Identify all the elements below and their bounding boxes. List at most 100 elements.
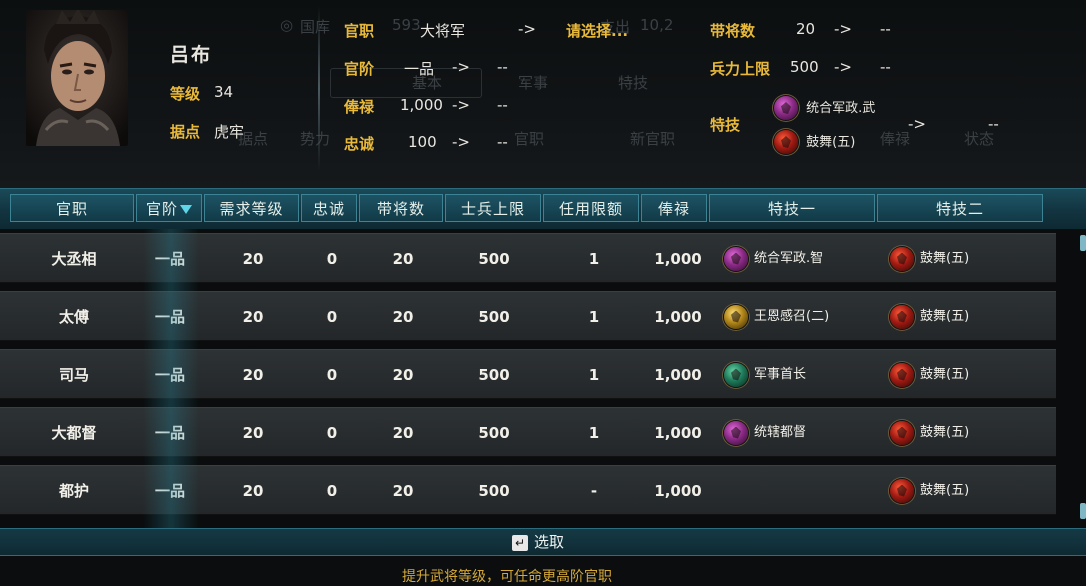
post-current: 大将军	[420, 22, 466, 40]
generals-label: 带将数	[710, 22, 756, 40]
row-post: 都护	[58, 482, 89, 500]
treasury-icon: ◎	[280, 16, 294, 34]
current-skill-1: 统合军政.武	[774, 96, 875, 120]
general-portrait	[26, 10, 128, 146]
select-button-label: 选取	[534, 533, 565, 551]
row-troops: 500	[478, 424, 510, 442]
header-generals[interactable]: 带将数	[359, 194, 443, 222]
expense-value: 10,2	[640, 16, 674, 34]
row-generals: 20	[392, 482, 414, 500]
row-quota: 1	[588, 366, 600, 384]
troops-label: 兵力上限	[710, 60, 771, 78]
row-skill-1-label: 统合军政.智	[754, 251, 824, 266]
purple-skill-icon	[774, 96, 798, 120]
header-skill-2[interactable]: 特技二	[877, 194, 1043, 222]
row-grade: 一品	[154, 482, 185, 500]
table-scrollbar[interactable]	[1080, 229, 1086, 529]
table-row[interactable]: 大都督 一品 20 0 20 500 1 1,000 统辖都督 鼓舞(五)	[0, 407, 1056, 457]
row-generals: 20	[392, 366, 414, 384]
table-row[interactable]: 司马 一品 20 0 20 500 1 1,000 军事首长 鼓舞(五)	[0, 349, 1056, 399]
scrollbar-bottom-thumb[interactable]	[1080, 503, 1086, 519]
row-skill-2-label: 鼓舞(五)	[920, 309, 970, 324]
header-post[interactable]: 官职	[10, 194, 134, 222]
ghost-col-rank: 官职	[514, 130, 545, 148]
loyalty-label: 忠诚	[344, 135, 375, 153]
header-skill-1[interactable]: 特技一	[709, 194, 875, 222]
header-salary[interactable]: 俸禄	[641, 194, 707, 222]
header-quota[interactable]: 任用限额	[543, 194, 639, 222]
row-skill-2: 鼓舞(五)	[890, 408, 1040, 458]
red-drum-icon	[890, 478, 914, 503]
row-grade: 一品	[154, 308, 185, 326]
scrollbar-top-thumb[interactable]	[1080, 235, 1086, 251]
current-skill-1-label: 统合军政.武	[806, 100, 876, 116]
row-quota: 1	[588, 424, 600, 442]
footer-hint: 提升武将等级，可任命更高阶官职	[402, 569, 612, 585]
row-skill-2-label: 鼓舞(五)	[920, 483, 970, 498]
row-skill-2: 鼓舞(五)	[890, 292, 1040, 342]
row-post: 大都督	[51, 424, 97, 442]
treasury-value: 593	[392, 16, 421, 34]
general-info-panel: ◎ 国库 593 支出 10,2 基本 军事 特技 据点 势力 官职 新官职 俸…	[0, 0, 1086, 188]
grade-arrow: ->	[452, 58, 470, 76]
header-grade-sorted[interactable]: 官阶	[136, 194, 202, 222]
row-salary: 1,000	[654, 482, 702, 500]
skill-arrow: ->	[908, 115, 926, 133]
red-drum-icon	[774, 130, 798, 154]
row-salary: 1,000	[654, 424, 702, 442]
loyalty-current: 100	[408, 133, 437, 151]
generals-new: --	[880, 20, 891, 38]
post-table-body: 大丞相 一品 20 0 20 500 1 1,000 统合军政.智 鼓舞(五) …	[0, 229, 1086, 529]
row-skill-1-label: 军事首长	[754, 367, 807, 382]
row-troops: 500	[478, 366, 510, 384]
row-grade: 一品	[154, 424, 185, 442]
action-bar: ↵ 选取	[0, 528, 1086, 556]
row-skill-2-label: 鼓舞(五)	[920, 425, 970, 440]
sort-descending-icon	[180, 205, 192, 214]
row-post: 太傅	[58, 308, 89, 326]
salary-new: --	[497, 96, 508, 114]
row-req-level: 20	[242, 250, 264, 268]
ghost-tab-military-label: 军事	[518, 74, 549, 92]
level-value: 34	[214, 83, 234, 101]
table-row[interactable]: 大丞相 一品 20 0 20 500 1 1,000 统合军政.智 鼓舞(五)	[0, 233, 1056, 283]
row-salary: 1,000	[654, 250, 702, 268]
header-loyalty[interactable]: 忠诚	[301, 194, 357, 222]
row-post: 大丞相	[51, 250, 97, 268]
ghost-col-salary: 俸禄	[880, 130, 911, 148]
table-row[interactable]: 太傅 一品 20 0 20 500 1 1,000 王恩感召(二) 鼓舞(五)	[0, 291, 1056, 341]
row-generals: 20	[392, 424, 414, 442]
header-req-level[interactable]: 需求等级	[204, 194, 299, 222]
troops-arrow: ->	[834, 58, 852, 76]
treasury-label: 国库	[300, 18, 331, 36]
row-skill-2: 鼓舞(五)	[890, 234, 1040, 284]
grade-new: --	[497, 58, 508, 76]
row-grade: 一品	[154, 250, 185, 268]
row-salary: 1,000	[654, 366, 702, 384]
current-skill-2: 鼓舞(五)	[774, 130, 855, 154]
purple-skill-icon	[724, 420, 748, 445]
row-req-level: 20	[242, 366, 264, 384]
grade-current: 一品	[404, 60, 435, 78]
row-skill-2: 鼓舞(五)	[890, 350, 1040, 400]
table-row[interactable]: 都护 一品 20 0 20 500 - 1,000 鼓舞(五)	[0, 465, 1056, 515]
level-label: 等级	[170, 85, 201, 103]
red-drum-icon	[890, 246, 914, 271]
post-select-dropdown[interactable]: 请选择...	[566, 20, 628, 41]
loyalty-new: --	[497, 133, 508, 151]
row-loyalty: 0	[326, 308, 338, 326]
gold-skill-icon	[724, 304, 748, 329]
row-skill-1: 统辖都督	[724, 408, 874, 458]
purple-skill-icon	[724, 246, 748, 271]
select-button[interactable]: ↵ 选取	[512, 531, 564, 553]
row-loyalty: 0	[326, 250, 338, 268]
row-skill-1: 军事首长	[724, 350, 874, 400]
row-generals: 20	[392, 250, 414, 268]
skill-label: 特技	[710, 116, 741, 134]
row-quota: 1	[588, 250, 600, 268]
ghost-tab-skill-label: 特技	[618, 74, 649, 92]
loyalty-arrow: ->	[452, 133, 470, 151]
row-req-level: 20	[242, 308, 264, 326]
skill-new: --	[988, 115, 999, 133]
header-troops[interactable]: 士兵上限	[445, 194, 541, 222]
